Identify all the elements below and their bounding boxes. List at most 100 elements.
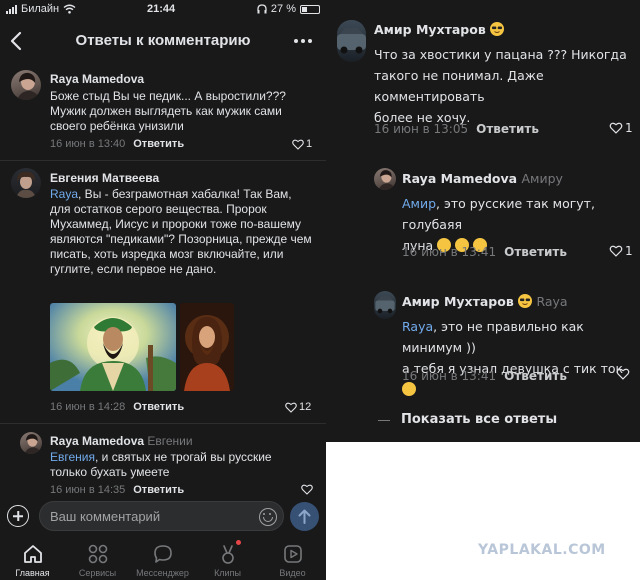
comment-meta: 16 июн в 14:28 Ответить: [50, 401, 184, 413]
battery-percent: 27 %: [270, 3, 296, 15]
comment-text: Евгения, и святых не трогай вы русские т…: [50, 450, 272, 479]
comment-author[interactable]: Амир Мухтаров: [374, 22, 505, 37]
tab-home[interactable]: Главная: [0, 536, 65, 580]
comment-date: 16 июн в 13:05: [374, 122, 469, 136]
avatar[interactable]: [337, 20, 366, 62]
mention-link[interactable]: Raya: [402, 319, 433, 334]
comment-author[interactable]: Raya Mamedova Амиру: [402, 171, 563, 186]
comment-author[interactable]: Raya Mamedova: [50, 72, 144, 86]
drooling-emoji-icon: [402, 382, 416, 396]
like-button[interactable]: 1: [292, 138, 312, 150]
tab-clips[interactable]: Клипы: [195, 536, 260, 580]
reply-to-name: Амиру: [521, 171, 563, 186]
services-icon: [88, 544, 108, 564]
reply-button[interactable]: Ответить: [133, 138, 184, 150]
comment-meta: 16 июн в 14:35 Ответить: [50, 484, 184, 496]
like-count: 1: [625, 244, 633, 258]
heart-icon: [285, 402, 297, 413]
more-options-icon[interactable]: [294, 39, 312, 43]
heart-icon: [292, 139, 304, 150]
avatar[interactable]: [374, 168, 396, 190]
comment-author[interactable]: Амир Мухтаров Raya: [402, 294, 568, 309]
comment-meta: 16 июн в 13:41 Ответить: [402, 245, 567, 259]
video-icon: [284, 545, 302, 563]
tab-services[interactable]: Сервисы: [65, 536, 130, 580]
like-button[interactable]: 12: [285, 401, 311, 413]
comment-text: Боже стыд Вы че педик... А выростили??? …: [50, 89, 286, 133]
like-button[interactable]: [301, 484, 313, 495]
messenger-icon: [154, 545, 172, 563]
divider: [0, 423, 326, 424]
attachment-image-prophet[interactable]: [50, 303, 176, 391]
status-bar: Билайн 21:44 27 %: [0, 0, 326, 20]
comment-date: 16 июн в 13:41: [402, 369, 497, 383]
comment-meta: 16 июн в 13:40 Ответить: [50, 138, 184, 150]
like-button[interactable]: 1: [609, 244, 633, 258]
reply-to-name: Евгении: [147, 434, 193, 448]
comment-date: 16 июн в 14:35: [50, 484, 126, 496]
reply-button[interactable]: Ответить: [133, 484, 184, 496]
headphones-icon: [257, 4, 267, 14]
bottom-tab-bar: Главная Сервисы Мессенджер Клипы Видео: [0, 536, 326, 580]
tab-video[interactable]: Видео: [260, 536, 325, 580]
comment-date: 16 июн в 13:41: [402, 245, 497, 259]
emoji-smile-icon[interactable]: [259, 508, 277, 526]
mention-link[interactable]: Raya: [50, 187, 78, 201]
show-all-replies-button[interactable]: Показать все ответы: [401, 412, 557, 427]
send-button[interactable]: [290, 502, 319, 531]
like-button[interactable]: 1: [609, 121, 633, 135]
mention-link[interactable]: Евгения: [50, 450, 95, 464]
avatar[interactable]: [11, 168, 41, 198]
mention-link[interactable]: Амир: [402, 196, 436, 211]
like-button[interactable]: [616, 368, 630, 380]
comment-text: Raya, это не правильно как минимум )) а …: [402, 316, 638, 400]
sunglasses-emoji-icon: [490, 22, 505, 36]
clips-icon: [222, 545, 234, 564]
divider: [0, 160, 326, 161]
comment-meta: 16 июн в 13:05 Ответить: [374, 122, 539, 136]
right-screenshot-panel: Амир Мухтаров Что за хвостики у пацана ?…: [326, 0, 640, 442]
comment-meta: 16 июн в 13:41 Ответить: [402, 369, 567, 383]
comment-text: Raya, Вы - безграмотная хабалка! Так Вам…: [50, 187, 312, 276]
heart-icon: [616, 368, 630, 380]
home-icon: [24, 545, 42, 563]
signal-icon: [6, 4, 17, 14]
reply-to-name: Raya: [536, 294, 568, 309]
page-title: Ответы к комментарию: [75, 32, 251, 49]
carrier-name: Билайн: [21, 3, 60, 15]
wifi-icon: [63, 4, 76, 14]
watermark: YAPLAKAL.COM: [478, 542, 606, 558]
comment-date: 16 июн в 14:28: [50, 401, 126, 413]
attachment-images: [50, 303, 234, 391]
nav-bar: Ответы к комментарию: [0, 24, 326, 58]
tab-messenger[interactable]: Мессенджер: [130, 536, 195, 580]
notification-badge: [236, 540, 241, 545]
battery-icon: [300, 4, 320, 14]
like-count: 12: [299, 401, 312, 413]
comment-input[interactable]: [39, 501, 284, 531]
like-count: 1: [306, 138, 313, 150]
reply-button[interactable]: Ответить: [133, 401, 184, 413]
status-time: 21:44: [147, 3, 176, 15]
reply-button[interactable]: Ответить: [504, 245, 567, 259]
heart-icon: [609, 122, 623, 134]
attach-plus-icon[interactable]: [7, 505, 29, 527]
comment-date: 16 июн в 13:40: [50, 138, 126, 150]
reply-button[interactable]: Ответить: [504, 369, 567, 383]
like-count: 1: [625, 121, 633, 135]
reply-button[interactable]: Ответить: [476, 122, 539, 136]
avatar[interactable]: [11, 70, 41, 100]
comment-author[interactable]: Евгения Матвеева: [50, 171, 159, 185]
compose-bar: [0, 498, 326, 536]
divider: [378, 420, 390, 421]
arrow-up-icon: [298, 509, 311, 524]
avatar[interactable]: [374, 291, 396, 319]
heart-icon: [609, 245, 623, 257]
avatar[interactable]: [20, 432, 42, 454]
left-screenshot-panel: Билайн 21:44 27 % Ответы к комментарию R…: [0, 0, 326, 580]
heart-icon: [301, 484, 313, 495]
comment-author[interactable]: Raya Mamedova Евгении: [50, 434, 193, 448]
attachment-image-jesus[interactable]: [180, 303, 234, 391]
comment-text: Что за хвостики у пацана ??? Никогда так…: [374, 47, 627, 125]
sunglasses-emoji-icon: [518, 294, 533, 308]
